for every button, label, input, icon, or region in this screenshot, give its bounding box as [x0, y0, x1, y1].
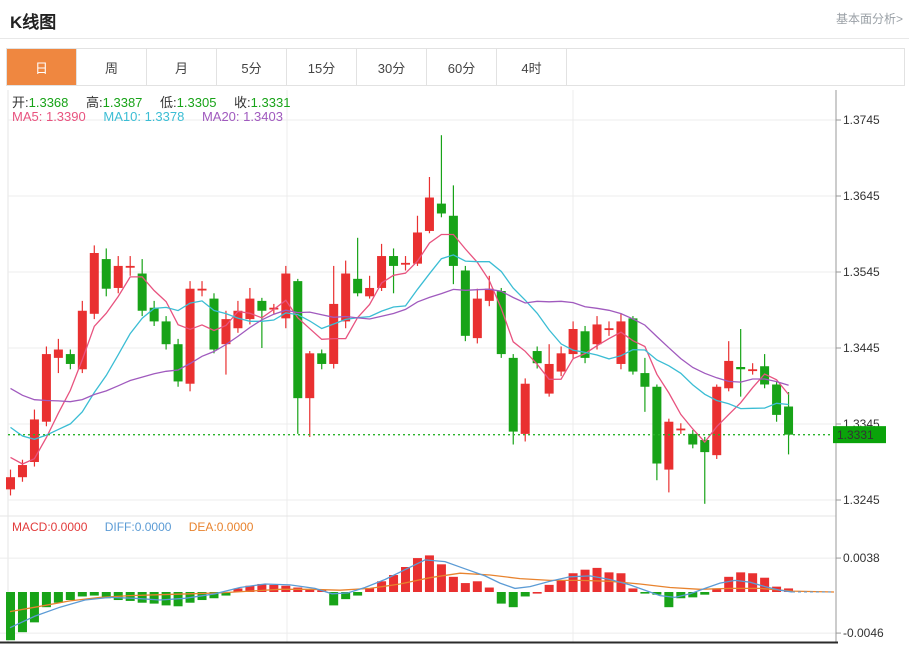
tab-month[interactable]: 月	[147, 49, 217, 85]
tab-15min[interactable]: 15分	[287, 49, 357, 85]
svg-text:1.3645: 1.3645	[843, 189, 880, 203]
macd-layer	[6, 555, 835, 641]
tab-week[interactable]: 周	[77, 49, 147, 85]
tab-day[interactable]: 日	[7, 49, 77, 85]
svg-text:-0.0046: -0.0046	[843, 626, 884, 640]
tab-30min[interactable]: 30分	[357, 49, 427, 85]
tab-5min[interactable]: 5分	[217, 49, 287, 85]
svg-text:1.3745: 1.3745	[843, 113, 880, 127]
candles-layer	[6, 135, 794, 504]
interval-tab-bar: 日 周 月 5分 15分 30分 60分 4时	[6, 48, 905, 86]
svg-text:1.3545: 1.3545	[843, 265, 880, 279]
current-price-badge: 1.3331	[833, 426, 886, 444]
tab-60min[interactable]: 60分	[427, 49, 497, 85]
fundamental-analysis-link[interactable]: 基本面分析>	[836, 10, 903, 27]
svg-text:1.3445: 1.3445	[843, 341, 880, 355]
tab-4hour[interactable]: 4时	[497, 49, 567, 85]
page-header: K线图 基本面分析>	[0, 0, 909, 39]
page-title: K线图	[10, 13, 57, 32]
kline-chart[interactable]: 1.37451.36451.35451.34451.33451.32450.00…	[0, 86, 909, 647]
svg-text:1.3245: 1.3245	[843, 493, 880, 507]
tab-bar-filler	[567, 49, 904, 85]
svg-text:0.0038: 0.0038	[843, 551, 880, 565]
chart-area: 1.3745 1.3645 1.3545 1.3445 1.3345 1.3245 0.00…	[0, 86, 909, 647]
svg-text:1.3331: 1.3331	[837, 428, 874, 442]
